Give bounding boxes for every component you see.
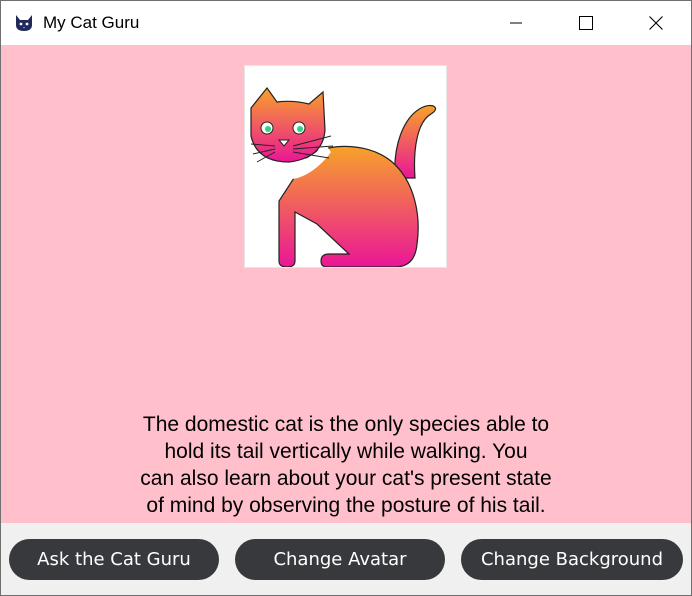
minimize-button[interactable] (481, 1, 551, 45)
title-bar[interactable]: My Cat Guru (1, 1, 691, 45)
maximize-icon (579, 16, 593, 30)
main-content: The domestic cat is the only species abl… (1, 45, 691, 523)
maximize-button[interactable] (551, 1, 621, 45)
cat-avatar (244, 65, 447, 268)
button-bar: Ask the Cat Guru Change Avatar Change Ba… (1, 523, 691, 595)
minimize-icon (510, 22, 522, 24)
cat-face-icon (13, 12, 35, 34)
orange-pink-cat-avatar (250, 87, 436, 268)
cat-fact-text: The domestic cat is the only species abl… (140, 413, 552, 517)
window-title: My Cat Guru (43, 13, 140, 32)
ask-cat-guru-button[interactable]: Ask the Cat Guru (9, 539, 219, 580)
close-icon (649, 16, 663, 30)
app-window: My Cat Guru The domestic cat is the only… (0, 0, 692, 596)
close-button[interactable] (621, 1, 691, 45)
window-controls (481, 1, 691, 45)
change-avatar-button[interactable]: Change Avatar (235, 539, 445, 580)
change-background-button[interactable]: Change Background (461, 539, 683, 580)
